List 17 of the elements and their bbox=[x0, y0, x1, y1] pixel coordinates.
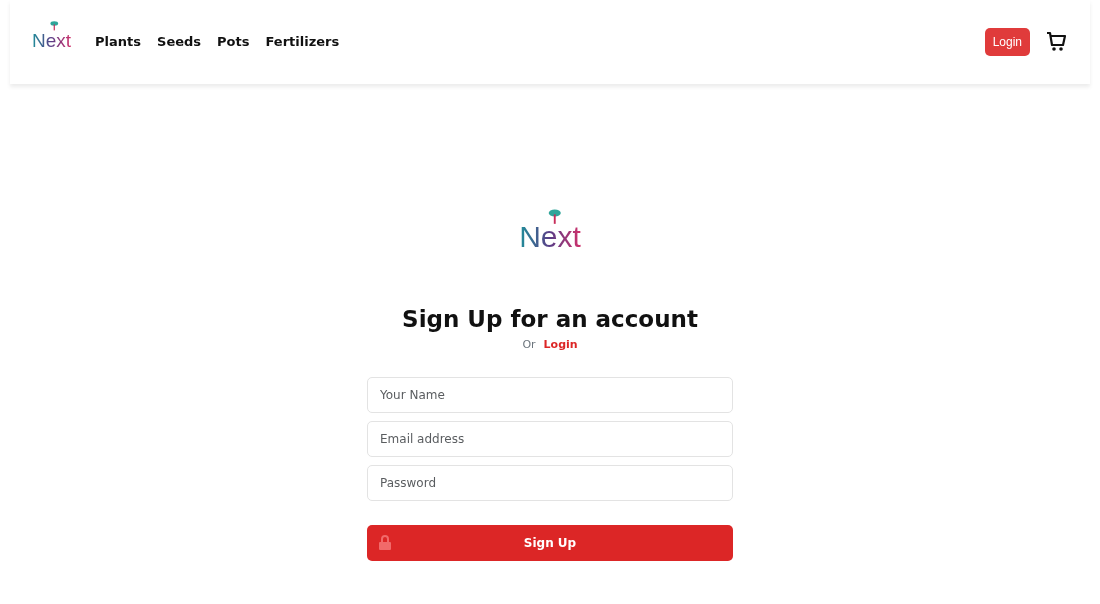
login-link[interactable]: Login bbox=[543, 336, 578, 353]
login-button[interactable]: Login bbox=[984, 28, 1030, 56]
nav-link[interactable]: Plants bbox=[95, 32, 142, 52]
cart-icon[interactable] bbox=[1046, 31, 1066, 53]
input-field[interactable]: Your Name bbox=[367, 377, 733, 413]
input-field[interactable]: Password bbox=[367, 465, 733, 501]
sign-up-button[interactable]: Sign Up bbox=[367, 525, 733, 561]
nav-link[interactable]: Fertilizers bbox=[265, 32, 340, 52]
or-text: Or bbox=[522, 336, 536, 353]
nav-link[interactable]: Seeds bbox=[157, 32, 202, 52]
lock-icon bbox=[379, 535, 391, 550]
tree-icon bbox=[50, 21, 59, 32]
input-field[interactable]: Email address bbox=[367, 421, 733, 457]
nav-link[interactable]: Pots bbox=[217, 32, 250, 52]
form-title: Sign Up for an account bbox=[402, 305, 698, 334]
tree-icon bbox=[547, 208, 562, 225]
logo[interactable]: Next bbox=[32, 31, 72, 50]
